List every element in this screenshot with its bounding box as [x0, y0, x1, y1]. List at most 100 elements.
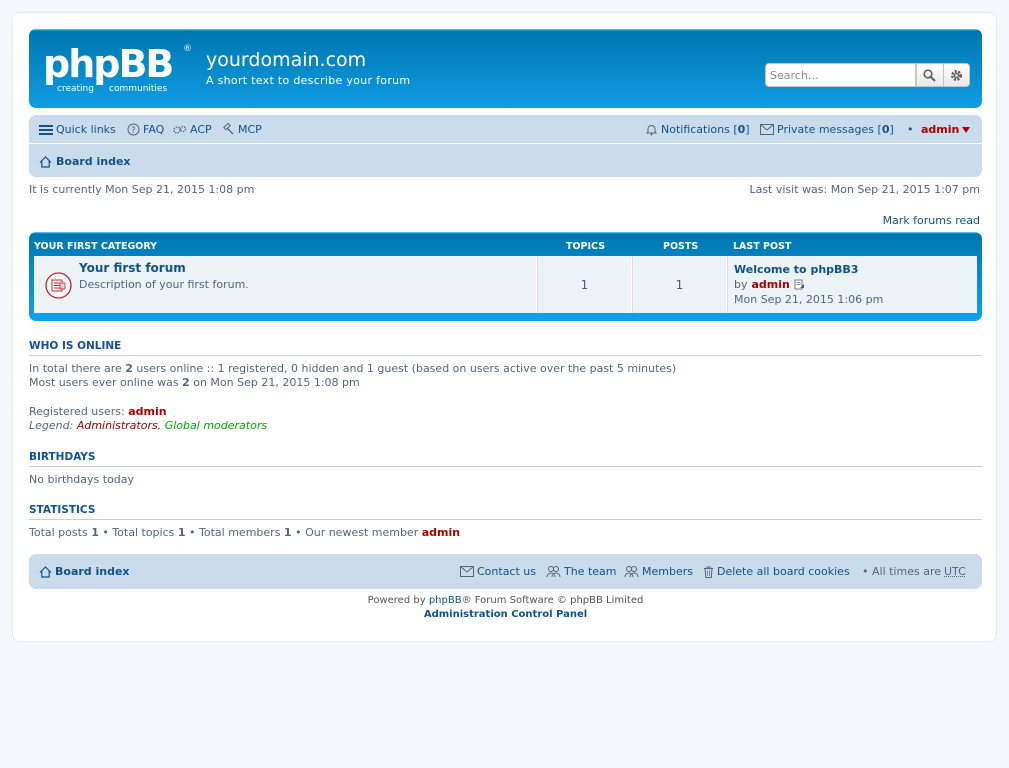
- online-line1-a: In total there are: [29, 362, 122, 375]
- last-visit: Last visit was: Mon Sep 21, 2015 1:07 pm: [749, 183, 980, 196]
- private-messages-link[interactable]: Private messages [0]: [760, 123, 894, 136]
- times-label: • All times are: [862, 565, 941, 578]
- caret-down-icon: [962, 126, 971, 133]
- contact-us-link[interactable]: Contact us: [460, 565, 536, 578]
- bullet: •: [907, 123, 914, 136]
- forum-category-box: Your first category Topics Posts Last po…: [29, 232, 982, 321]
- total-topics: 1: [177, 526, 186, 539]
- registered-user-link[interactable]: admin: [128, 405, 166, 418]
- site-logo[interactable]: phpBB ® creating communities: [43, 41, 193, 97]
- svg-text:communities: communities: [109, 84, 167, 94]
- envelope-icon: [760, 124, 774, 135]
- registered-users-label: Registered users:: [29, 405, 125, 418]
- notifications-link[interactable]: Notifications [0]: [645, 123, 750, 136]
- breadcrumb[interactable]: Board index: [39, 155, 131, 168]
- contact-us-label: Contact us: [477, 565, 536, 578]
- svg-text:®: ®: [183, 44, 192, 54]
- col-last-post: Last post: [733, 241, 792, 252]
- mark-forums-read-link[interactable]: Mark forums read: [883, 214, 980, 227]
- gavel-icon: [223, 123, 234, 135]
- newest-member-link[interactable]: admin: [422, 526, 460, 539]
- team-icon: [546, 566, 561, 578]
- forum-last-post-cell: Welcome to phpBB3 by admin Mon Sep 21, 2…: [727, 256, 977, 313]
- last-post-by: by: [734, 278, 748, 291]
- notifications-count: 0: [737, 123, 746, 136]
- phpbb-link[interactable]: phpBB: [429, 595, 462, 606]
- timezone-info: • All times are UTC: [862, 565, 966, 578]
- page-wrapper: phpBB ® creating communities yourdomain.…: [12, 12, 997, 642]
- username-link: admin: [921, 123, 960, 136]
- last-post-author-link[interactable]: admin: [752, 277, 790, 292]
- the-team-link[interactable]: The team: [546, 565, 617, 578]
- user-menu[interactable]: admin: [921, 123, 971, 136]
- acp-link[interactable]: ACP: [173, 123, 212, 136]
- col-posts: Posts: [663, 241, 699, 252]
- forum-read-icon: [45, 272, 72, 299]
- advanced-search-button[interactable]: [943, 63, 970, 87]
- view-latest-post-icon[interactable]: [794, 279, 805, 290]
- svg-text:creating: creating: [57, 84, 94, 94]
- delete-cookies-link[interactable]: Delete all board cookies: [703, 565, 850, 578]
- home-icon: [39, 565, 52, 578]
- acp-label: ACP: [190, 123, 212, 136]
- forum-posts-count: 1: [632, 256, 727, 313]
- trash-icon: [704, 566, 713, 578]
- current-time: It is currently Mon Sep 21, 2015 1:08 pm: [29, 183, 255, 196]
- pm-bracket: ]: [889, 123, 894, 136]
- birthdays-heading: Birthdays: [29, 451, 982, 467]
- quick-links-label: Quick links: [56, 123, 116, 136]
- search-button[interactable]: [916, 63, 944, 87]
- forum-description: Description of your first forum.: [79, 278, 249, 291]
- statistics-heading: Statistics: [29, 504, 982, 520]
- envelope-icon: [460, 566, 474, 577]
- question-icon: ?: [127, 123, 140, 136]
- acp-footer: Administration Control Panel: [13, 609, 998, 620]
- breadcrumb-board-index: Board index: [56, 155, 131, 168]
- newest-member-label: • Our newest member: [295, 526, 419, 539]
- total-members: 1: [283, 526, 292, 539]
- search-input[interactable]: [765, 63, 916, 87]
- powered-by-a: Powered by: [367, 595, 426, 606]
- mcp-link[interactable]: MCP: [222, 123, 262, 136]
- forum-title-link[interactable]: Your first forum: [79, 261, 186, 275]
- who-is-online-heading[interactable]: Who is online: [29, 340, 121, 352]
- powered-by-b: ® Forum Software © phpBB Limited: [461, 595, 644, 606]
- quick-links-menu[interactable]: Quick links: [39, 123, 116, 136]
- footer-board-index-link[interactable]: Board index: [39, 565, 130, 578]
- total-members-label: • Total members: [189, 526, 281, 539]
- gear-icon: [950, 69, 962, 81]
- last-post-time: Mon Sep 21, 2015 1:06 pm: [734, 293, 884, 306]
- the-team-label: The team: [564, 565, 617, 578]
- menu-icon: [39, 124, 53, 135]
- gears-icon: [173, 125, 187, 134]
- legend-global-moderators-link[interactable]: Global moderators: [165, 419, 267, 432]
- legend-administrators-link[interactable]: Administrators: [77, 419, 158, 432]
- birthdays-text: No birthdays today: [29, 473, 135, 486]
- site-description: A short text to describe your forum: [206, 74, 411, 87]
- search-icon: [923, 68, 936, 82]
- timezone: UTC: [944, 565, 966, 578]
- faq-link[interactable]: ? FAQ: [127, 123, 164, 136]
- search-box: [765, 63, 970, 87]
- col-topics: Topics: [566, 241, 606, 252]
- members-link[interactable]: Members: [624, 565, 693, 578]
- notifications-bracket: ]: [745, 123, 750, 136]
- who-is-online-section: Who is online In total there are 2 users…: [29, 340, 982, 433]
- forum-info-cell: Your first forum Description of your fir…: [34, 256, 537, 313]
- administration-control-panel-link[interactable]: Administration Control Panel: [424, 609, 587, 620]
- last-post-title-link[interactable]: Welcome to phpBB3: [734, 263, 858, 276]
- footer-board-index-label: Board index: [55, 565, 130, 578]
- members-icon: [624, 566, 639, 578]
- statistics-section: Statistics Total posts 1 • Total topics …: [29, 504, 982, 540]
- category-title[interactable]: Your first category: [34, 241, 157, 252]
- total-posts: 1: [91, 526, 99, 539]
- delete-cookies-label: Delete all board cookies: [717, 565, 850, 578]
- site-title[interactable]: yourdomain.com: [206, 49, 366, 71]
- mcp-label: MCP: [238, 123, 262, 136]
- legend-label: Legend:: [29, 419, 74, 432]
- header-bar: phpBB ® creating communities yourdomain.…: [29, 29, 982, 108]
- svg-text:phpBB: phpBB: [43, 42, 172, 86]
- footer-navbar: Board index Contact us The team Members …: [29, 554, 982, 589]
- online-line2-b: on Mon Sep 21, 2015 1:08 pm: [193, 376, 360, 389]
- navbar-links-row: Quick links ? FAQ ACP MCP Notifications …: [29, 115, 982, 144]
